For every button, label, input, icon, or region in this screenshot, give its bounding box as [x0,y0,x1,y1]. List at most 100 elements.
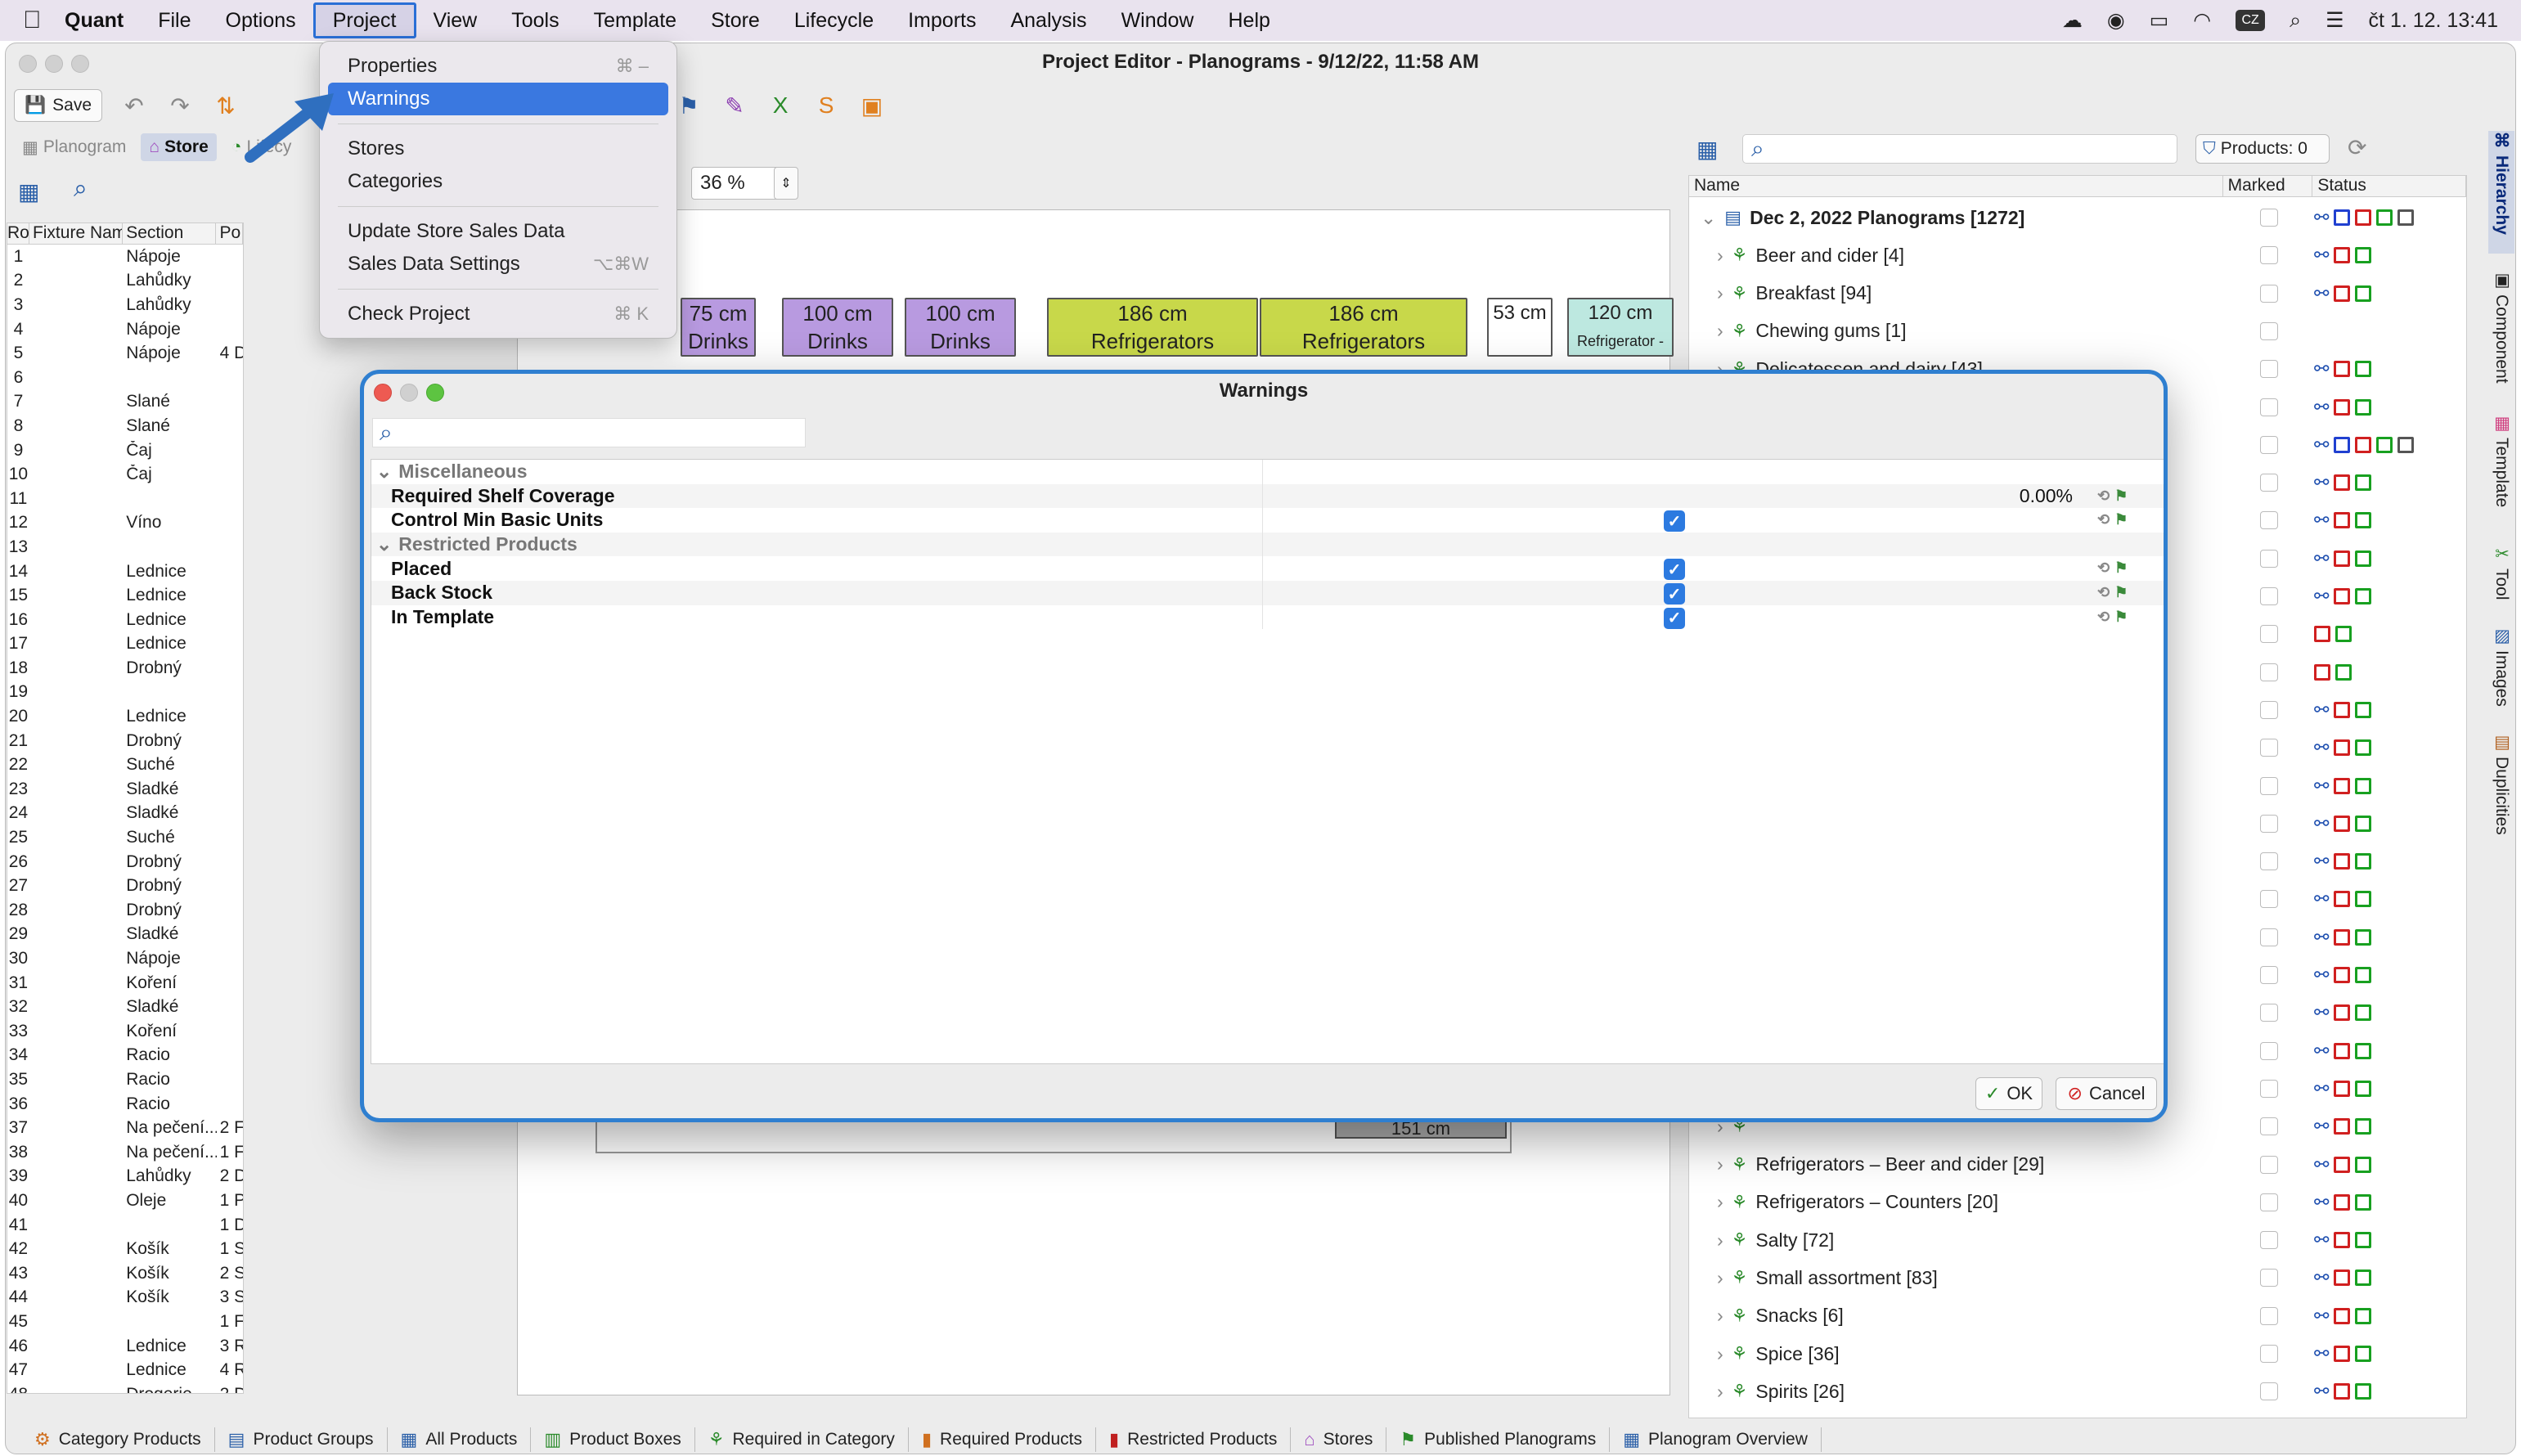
marked-checkbox[interactable] [2260,246,2278,265]
table-row[interactable]: 22 Suché [7,753,243,777]
vtab-tool[interactable]: ✂ Tool [2488,544,2514,618]
col-name[interactable]: Name [1689,176,2223,196]
marked-checkbox[interactable] [2260,321,2278,340]
marked-checkbox[interactable] [2260,1306,2278,1325]
planogram-fixture[interactable]: 100 cm Drinks [782,298,893,357]
table-row[interactable]: 40 Oleje 1 Pastr [7,1189,243,1213]
menu-project[interactable]: Project [312,2,416,38]
warning-row[interactable]: Back Stock ✓ ⟲ ⚑ [371,581,2164,605]
hierarchy-row[interactable]: › ⚘ Spirits [26] ⚯ [1689,1373,2466,1410]
marked-checkbox[interactable] [2260,1117,2278,1136]
menu-item-warnings[interactable]: Warnings [328,83,668,115]
menu-file[interactable]: File [141,2,208,38]
flag-icon[interactable]: ⚑ [2114,511,2128,528]
marked-checkbox[interactable] [2260,474,2278,492]
marked-checkbox[interactable] [2260,776,2278,795]
cloud-icon[interactable]: ☁ [2062,8,2083,33]
close-window-button[interactable] [19,55,37,73]
control-center-icon[interactable]: ☰ [2326,8,2343,33]
planogram-fixture[interactable]: 186 cm Refrigerators [1047,298,1258,357]
cycle-icon[interactable]: ⟲ [2097,584,2110,601]
tab-planogram[interactable]: ▦ Planogram [14,133,134,161]
table-row[interactable]: 13 [7,535,243,559]
warning-enabled-checkbox[interactable]: ✓ [1664,583,1685,604]
warnings-search-input[interactable]: ⌕ [372,418,806,447]
marked-checkbox[interactable] [2260,1004,2278,1022]
table-row[interactable]: 27 Drobný [7,874,243,898]
apple-icon[interactable]:  [23,7,47,34]
spotlight-search-icon[interactable]: ⌕ [2290,9,2301,33]
cycle-icon[interactable]: ⟲ [2097,511,2110,528]
marked-checkbox[interactable] [2260,549,2278,568]
planogram-fixture[interactable]: 120 cm Refrigerator - M [1567,298,1674,357]
hierarchy-row[interactable]: › ⚘ Spice [36] ⚯ [1689,1335,2466,1373]
marked-checkbox[interactable] [2260,1382,2278,1401]
flag-icon[interactable]: ⚑ [2114,488,2128,505]
marked-checkbox[interactable] [2260,1041,2278,1060]
chevron-icon[interactable]: › [1717,1343,1723,1365]
marked-checkbox[interactable] [2260,966,2278,984]
dialog-zoom-button[interactable] [426,384,444,402]
planogram-fixture[interactable]: 100 cm Drinks [905,298,1016,357]
excel-export-icon[interactable]: X [766,92,794,119]
table-row[interactable]: 1 Nápoje [7,245,243,269]
table-row[interactable]: 43 Košík 2 Salty [7,1261,243,1286]
marked-checkbox[interactable] [2260,1345,2278,1363]
menu-quant[interactable]: Quant [47,2,141,38]
table-row[interactable]: 42 Košík 1 Salty [7,1237,243,1261]
table-row[interactable]: 5 Nápoje 4 Drink [7,341,243,366]
marked-checkbox[interactable] [2260,1269,2278,1287]
planogram-fixture[interactable]: 75 cm Drinks [681,298,756,357]
table-row[interactable]: 2 Lahůdky [7,269,243,294]
marked-checkbox[interactable] [2260,928,2278,946]
chevron-icon[interactable]: › [1717,282,1723,304]
marked-checkbox[interactable] [2260,625,2278,644]
col-status[interactable]: Status [2312,176,2466,196]
vtab-images[interactable]: ▨ Images [2488,626,2514,724]
table-row[interactable]: 30 Nápoje [7,946,243,971]
menubar-clock[interactable]: čt 1. 12. 13:41 [2369,9,2498,33]
menu-analysis[interactable]: Analysis [993,2,1103,38]
sort-icon[interactable]: ⇅ [212,92,240,119]
wifi-icon[interactable]: ◠ [2193,8,2211,33]
table-row[interactable]: 10 Čaj [7,462,243,487]
flag-icon[interactable]: ⚑ [675,92,703,119]
refresh-icon[interactable]: ⟳ [2348,134,2366,161]
col-section[interactable]: Section [123,223,217,244]
redo-icon[interactable]: ↷ [166,92,194,119]
col-position[interactable]: Po [216,223,243,244]
chevron-icon[interactable]: › [1717,245,1723,267]
table-row[interactable]: 47 Lednice 4 Refri [7,1358,243,1382]
undo-icon[interactable]: ↶ [120,92,148,119]
cancel-button[interactable]: ⊘ Cancel [2056,1077,2157,1110]
hierarchy-row[interactable]: › ⚘ Breakfast [94] ⚯ [1689,275,2466,312]
chevron-icon[interactable]: › [1717,320,1723,342]
table-row[interactable]: 48 Drogerie2 Drug [7,1382,243,1393]
marked-checkbox[interactable] [2260,700,2278,719]
warning-row[interactable]: Control Min Basic Units ✓ ⟲ ⚑ [371,508,2164,533]
cycle-icon[interactable]: ⟲ [2097,559,2110,577]
table-row[interactable]: 17 Lednice [7,632,243,657]
chevron-icon[interactable]: › [1717,1381,1723,1403]
table-row[interactable]: 9 Čaj [7,438,243,463]
zoom-stepper[interactable]: ⇕ [774,167,798,200]
marked-checkbox[interactable] [2260,398,2278,416]
table-row[interactable]: 16 Lednice [7,608,243,632]
marked-checkbox[interactable] [2260,663,2278,681]
bottom-tab[interactable]: ▮ Required Products [909,1427,1096,1452]
products-filter-button[interactable]: ⛉ Products: 0 [2195,134,2330,164]
bottom-tab[interactable]: ▥ Product Boxes [531,1427,695,1452]
marked-checkbox[interactable] [2260,360,2278,379]
chevron-icon[interactable]: › [1717,1153,1723,1175]
product-search-input[interactable]: ⌕ [1742,134,2177,164]
table-row[interactable]: 33 Koření [7,1019,243,1044]
zoom-field[interactable]: 36 % [691,167,781,200]
table-row[interactable]: 11 [7,487,243,511]
menu-view[interactable]: View [416,2,495,38]
menu-tools[interactable]: Tools [494,2,576,38]
warning-enabled-checkbox[interactable]: ✓ [1664,510,1685,533]
table-row[interactable]: 18 Drobný [7,656,243,681]
table-row[interactable]: 41 1 Dess [7,1213,243,1238]
tab-store[interactable]: ⌂ Store [141,133,217,161]
table-row[interactable]: 26 Drobný [7,850,243,874]
